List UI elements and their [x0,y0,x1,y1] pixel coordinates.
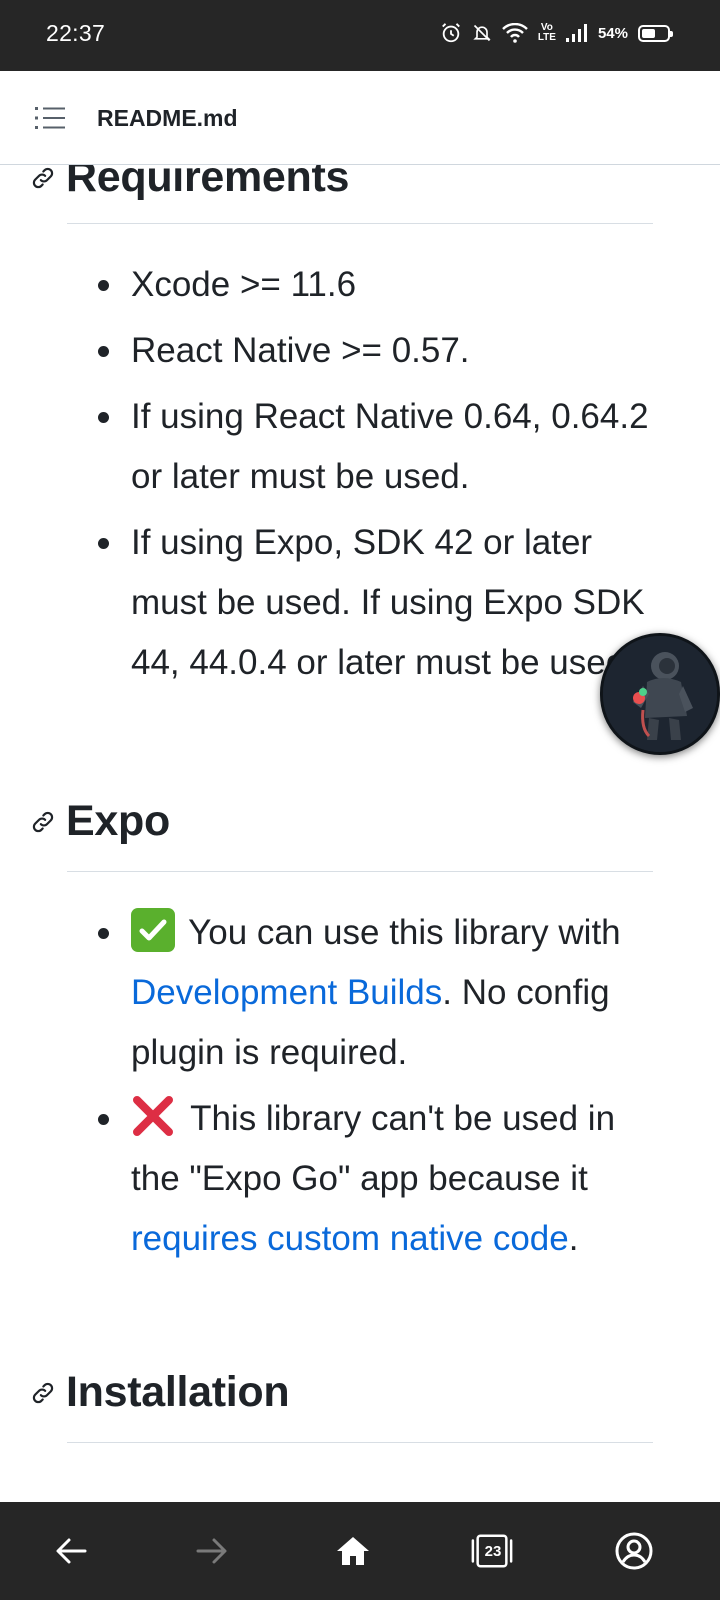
expo-item2-text-before: This library can't be used in the "Expo … [131,1099,616,1198]
home-button[interactable] [331,1529,375,1573]
list-item-text: Xcode >= 11.6 [131,265,357,304]
check-mark-button-icon [131,908,175,952]
installation-heading: Installation [30,1368,290,1417]
tabs-count: 23 [484,1542,502,1560]
installation-heading-text: Installation [66,1368,290,1416]
requires-custom-native-code-link[interactable]: requires custom native code [131,1219,569,1258]
signal-icon [565,24,588,42]
wifi-icon [501,23,528,43]
status-time: 22:37 [46,20,106,46]
anchor-link-icon[interactable] [30,1380,56,1406]
bell-muted-icon [472,22,492,44]
floating-chat-bubble[interactable] [600,633,720,755]
bullet [98,412,109,423]
arrow-left-icon [56,1538,87,1564]
home-icon [337,1537,369,1565]
expo-item2-text-after: . [568,1219,579,1258]
heading-divider [67,223,653,224]
expo-heading-text: Expo [66,797,170,845]
file-title: README.md [97,105,238,131]
bullet [98,928,109,939]
status-bar: 22:37 Vo LTE 54% [0,0,720,71]
top-bar: README.md [0,71,720,165]
battery-icon [638,24,673,42]
list-item-text: If using Expo, SDK 42 or later must be u… [131,523,645,682]
alarm-icon [440,22,462,44]
bullet [98,346,109,357]
bullet [98,1114,109,1125]
requirements-heading: Requirements [30,165,349,202]
tabs-button[interactable]: 23 [470,1529,514,1573]
cross-mark-icon [133,1096,173,1136]
readme-content: Requirements Xcode >= 11.6 React Native … [0,165,720,1502]
anchor-link-icon[interactable] [30,809,56,835]
astronaut-avatar-icon [603,636,717,752]
anchor-link-icon[interactable] [30,165,56,191]
list-item: React Native >= 0.57. [0,321,720,381]
bullet [98,538,109,549]
list-menu-icon[interactable] [35,104,65,132]
requirements-heading-text: Requirements [66,165,350,201]
development-builds-link[interactable]: Development Builds [131,973,442,1012]
arrow-right-icon [196,1538,227,1564]
battery-fill [642,28,655,38]
list-item: Xcode >= 11.6 [0,255,720,315]
list-item: You can use this library with Developmen… [0,903,720,1083]
back-button[interactable] [49,1529,93,1573]
expo-item1-text-before: You can use this library with [179,913,621,952]
account-button[interactable] [612,1529,656,1573]
browser-nav-bar: 23 [0,1502,720,1600]
account-icon [615,1532,653,1570]
expo-heading: Expo [30,797,170,846]
volte-label-bottom: LTE [537,32,556,43]
expo-list: You can use this library with Developmen… [0,903,720,1275]
requirements-list: Xcode >= 11.6 React Native >= 0.57. If u… [0,255,720,699]
status-icons: Vo LTE 54% [440,22,673,44]
bullet [98,280,109,291]
list-item: If using React Native 0.64, 0.64.2 or la… [0,387,720,507]
battery-percent: 54% [597,24,628,42]
volte-icon: Vo LTE [538,23,556,43]
heading-divider [67,871,653,872]
list-item: This library can't be used in the "Expo … [0,1089,720,1269]
heading-divider [67,1442,653,1443]
list-item-text: If using React Native 0.64, 0.64.2 or la… [131,397,649,496]
list-item-text: React Native >= 0.57. [131,331,470,370]
forward-button[interactable] [190,1529,234,1573]
